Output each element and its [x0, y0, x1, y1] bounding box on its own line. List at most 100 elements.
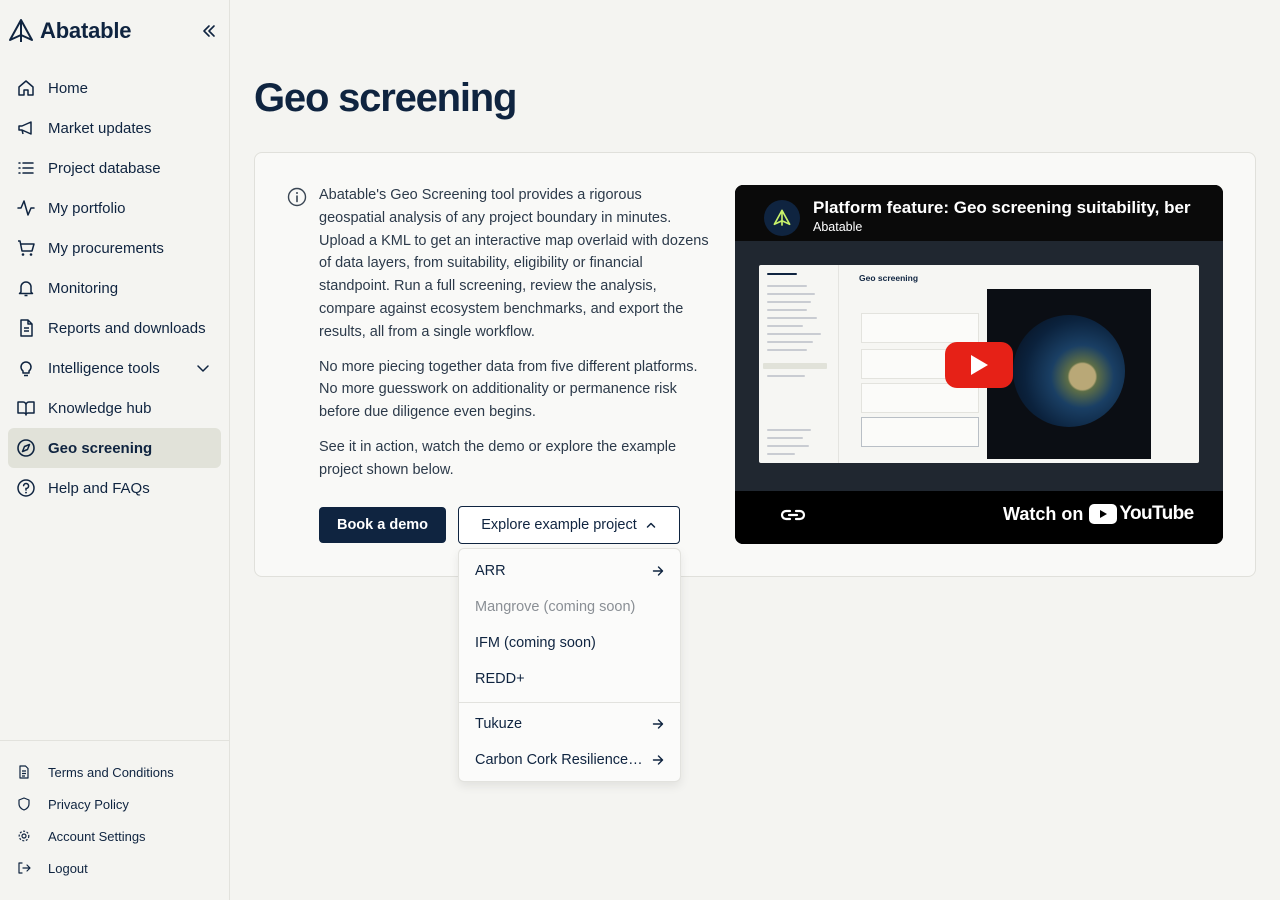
arrow-right-icon: [652, 719, 664, 729]
sidebar-item-knowledge-hub[interactable]: Knowledge hub: [8, 388, 221, 428]
sidebar-item-label: Help and FAQs: [48, 479, 150, 497]
sidebar-item-label: Market updates: [48, 119, 152, 137]
video-header: Platform feature: Geo screening suitabil…: [735, 185, 1223, 241]
video-footer: Watch on YouTube: [735, 491, 1223, 544]
thumbnail-sidebar: [759, 265, 839, 463]
abatable-logo-icon: [773, 209, 791, 226]
footer-item-label: Account Settings: [48, 828, 146, 844]
abatable-logo-icon: [9, 19, 33, 42]
sidebar-item-home[interactable]: Home: [8, 68, 221, 108]
youtube-logo: YouTube: [1089, 503, 1194, 525]
chevrons-left-icon: [203, 25, 215, 37]
collapse-sidebar-button[interactable]: [198, 20, 220, 42]
book-icon: [16, 398, 36, 418]
sidebar-item-project-database[interactable]: Project database: [8, 148, 221, 188]
brand[interactable]: Abatable: [8, 14, 222, 48]
sidebar-item-label: Reports and downloads: [48, 319, 206, 337]
sidebar-item-geo-screening[interactable]: Geo screening: [8, 428, 221, 468]
youtube-wordmark: YouTube: [1119, 503, 1194, 524]
channel-avatar[interactable]: [764, 200, 800, 236]
menu-item-label: IFM (coming soon): [475, 635, 596, 651]
explore-example-project-label: Explore example project: [481, 517, 637, 533]
sidebar: Abatable Home Market updates Project dat…: [0, 0, 230, 900]
arrow-right-icon: [652, 755, 664, 765]
sidebar-item-label: Intelligence tools: [48, 359, 160, 377]
footer-item-logout[interactable]: Logout: [8, 852, 221, 884]
home-icon: [16, 78, 36, 98]
menu-item-label: Carbon Cork Resilience Project: [475, 752, 643, 768]
example-project-menu: ARR Mangrove (coming soon) IFM (coming s…: [458, 548, 681, 782]
video-channel[interactable]: Abatable: [813, 220, 862, 234]
footer-item-label: Privacy Policy: [48, 796, 129, 812]
megaphone-icon: [16, 118, 36, 138]
sidebar-item-my-procurements[interactable]: My procurements: [8, 228, 221, 268]
video-title[interactable]: Platform feature: Geo screening suitabil…: [813, 198, 1193, 218]
sidebar-item-label: Project database: [48, 159, 161, 177]
logout-icon: [16, 860, 32, 876]
menu-item-mangrove: Mangrove (coming soon): [459, 589, 680, 625]
chevron-down-icon[interactable]: [195, 360, 211, 376]
sidebar-nav: Home Market updates Project database My …: [8, 68, 221, 508]
sidebar-divider: [0, 740, 230, 741]
bell-icon: [16, 278, 36, 298]
globe-image: [1013, 315, 1125, 427]
brand-name: Abatable: [40, 18, 132, 43]
arrow-right-icon: [652, 566, 664, 576]
play-icon: [971, 355, 988, 375]
menu-item-arr[interactable]: ARR: [459, 553, 680, 589]
cart-icon: [16, 238, 36, 258]
sidebar-item-label: Home: [48, 79, 89, 97]
thumbnail-title: Geo screening: [859, 273, 919, 283]
sidebar-item-monitoring[interactable]: Monitoring: [8, 268, 221, 308]
menu-item-carbon-cork[interactable]: Carbon Cork Resilience Project: [459, 742, 680, 778]
document-icon: [16, 318, 36, 338]
sidebar-item-reports-and-downloads[interactable]: Reports and downloads: [8, 308, 221, 348]
chevron-up-icon: [646, 522, 656, 528]
page-title: Geo screening: [254, 76, 517, 120]
lightbulb-icon: [16, 358, 36, 378]
shield-icon: [16, 796, 32, 812]
sidebar-footer: Terms and Conditions Privacy Policy Acco…: [8, 756, 221, 884]
menu-item-label: REDD+: [475, 671, 525, 687]
sidebar-item-label: My procurements: [48, 239, 164, 257]
menu-item-tukuze[interactable]: Tukuze: [459, 706, 680, 742]
sidebar-item-intelligence-tools[interactable]: Intelligence tools: [8, 348, 221, 388]
footer-item-label: Logout: [48, 860, 88, 876]
explore-example-project-button[interactable]: Explore example project: [458, 506, 680, 544]
menu-item-label: Tukuze: [475, 716, 523, 732]
play-button[interactable]: [945, 342, 1013, 388]
footer-item-label: Terms and Conditions: [48, 764, 174, 780]
description-paragraph: No more piecing together data from five …: [319, 358, 698, 421]
description: Abatable's Geo Screening tool provides a…: [319, 184, 711, 494]
link-icon[interactable]: [779, 503, 807, 525]
video-embed[interactable]: Platform feature: Geo screening suitabil…: [735, 185, 1223, 544]
sidebar-item-my-portfolio[interactable]: My portfolio: [8, 188, 221, 228]
description-paragraph: Abatable's Geo Screening tool provides a…: [319, 187, 709, 340]
sidebar-item-help-and-faqs[interactable]: Help and FAQs: [8, 468, 221, 508]
book-demo-button[interactable]: Book a demo: [319, 507, 446, 543]
menu-item-ifm[interactable]: IFM (coming soon): [459, 625, 680, 661]
description-paragraph: See it in action, watch the demo or expl…: [319, 438, 677, 478]
footer-item-account-settings[interactable]: Account Settings: [8, 820, 221, 852]
sidebar-item-market-updates[interactable]: Market updates: [8, 108, 221, 148]
sidebar-item-label: Monitoring: [48, 279, 119, 297]
file-text-icon: [16, 764, 32, 780]
menu-divider: [459, 702, 680, 703]
info-icon: [287, 187, 307, 207]
footer-item-terms[interactable]: Terms and Conditions: [8, 756, 221, 788]
watch-on-youtube-link[interactable]: Watch on YouTube: [1003, 503, 1194, 525]
sidebar-item-label: My portfolio: [48, 199, 126, 217]
compass-icon: [16, 438, 36, 458]
watch-on-label: Watch on: [1003, 503, 1084, 524]
activity-icon: [16, 198, 36, 218]
youtube-play-icon: [1089, 504, 1118, 524]
menu-item-label: Mangrove (coming soon): [475, 599, 636, 615]
footer-item-privacy[interactable]: Privacy Policy: [8, 788, 221, 820]
menu-item-label: ARR: [475, 563, 506, 579]
gear-icon: [16, 828, 32, 844]
menu-item-redd[interactable]: REDD+: [459, 661, 680, 697]
help-icon: [16, 478, 36, 498]
sidebar-item-label: Knowledge hub: [48, 399, 152, 417]
list-icon: [16, 158, 36, 178]
video-thumbnail[interactable]: Geo screening: [735, 241, 1223, 491]
